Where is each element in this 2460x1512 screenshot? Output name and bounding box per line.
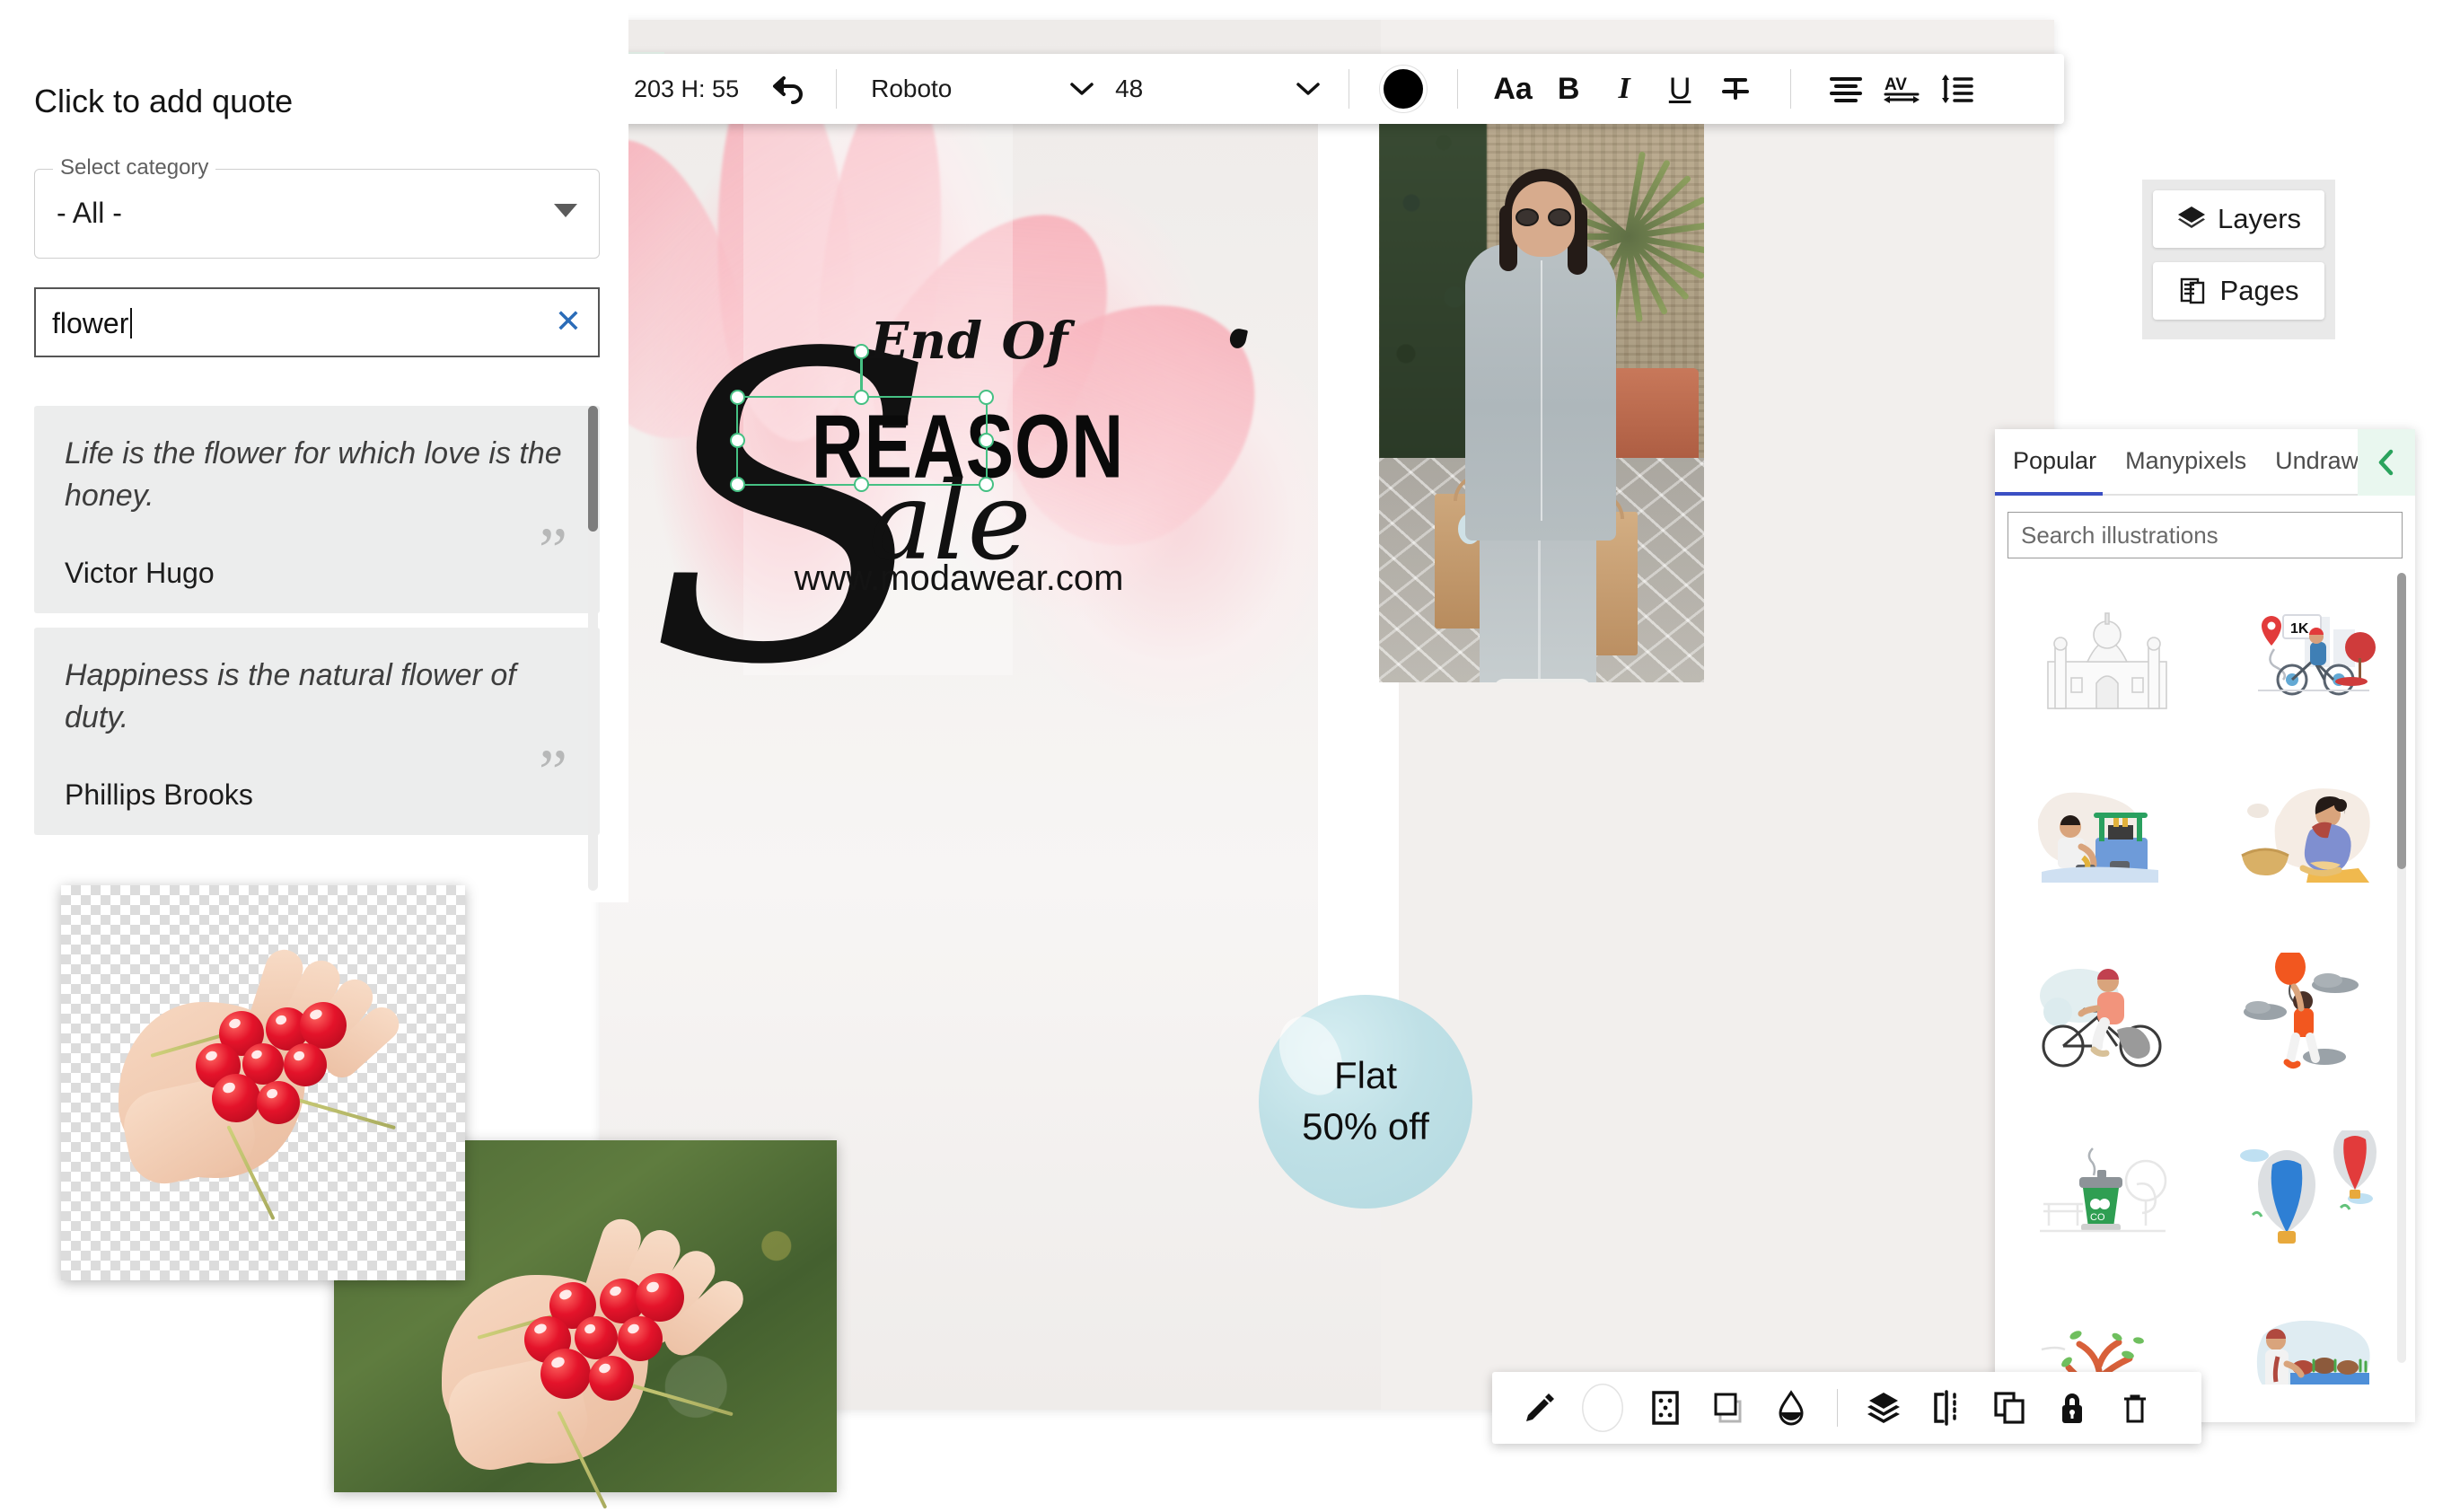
sunglasses bbox=[1516, 208, 1571, 226]
cherries-transparent-image[interactable] bbox=[61, 885, 465, 1280]
font-family-value: Roboto bbox=[871, 75, 953, 102]
text-format-toolbar[interactable]: W: 203 H: 55 Roboto 48 Aa B I U AV bbox=[575, 54, 2064, 124]
list-item[interactable]: Happiness is the natural flower of duty.… bbox=[34, 627, 600, 835]
strikethrough-button[interactable] bbox=[1708, 61, 1763, 117]
font-size-value: 48 bbox=[1115, 75, 1144, 102]
model-pants bbox=[1480, 519, 1596, 682]
font-family-select[interactable]: Roboto bbox=[864, 75, 1095, 103]
quote-author: Victor Hugo bbox=[65, 556, 215, 589]
line-height-button[interactable] bbox=[1929, 61, 1985, 117]
quote-mark-icon: ” bbox=[539, 514, 567, 586]
toolbar-divider bbox=[836, 69, 838, 109]
pages-button[interactable]: Pages bbox=[2153, 262, 2324, 320]
text-case-button[interactable]: Aa bbox=[1485, 61, 1541, 117]
quote-results-list: Life is the flower for which love is the… bbox=[34, 406, 600, 891]
toolbar-divider bbox=[1837, 1389, 1838, 1427]
model-shirt bbox=[1465, 244, 1616, 541]
letter-spacing-button[interactable]: AV bbox=[1874, 61, 1929, 117]
toolbar-divider bbox=[1790, 69, 1792, 109]
illustration-man-bicycle-icon[interactable] bbox=[2015, 932, 2199, 1094]
page-title: Click to add quote bbox=[34, 83, 294, 119]
canvas-text-end-of[interactable]: End Of bbox=[808, 312, 1131, 371]
chevron-down-icon bbox=[554, 204, 577, 217]
quote-mark-icon: ” bbox=[539, 735, 567, 808]
illustration-cyclist-city-icon[interactable]: 1K bbox=[2211, 576, 2395, 738]
flip-icon[interactable] bbox=[1917, 1378, 1976, 1437]
layers-button-label: Layers bbox=[2217, 203, 2302, 234]
clear-search-icon[interactable]: ✕ bbox=[555, 305, 582, 338]
illustrations-scroll-thumb[interactable] bbox=[2397, 573, 2406, 869]
illustration-tabs: Popular Manypixels Undraw bbox=[1995, 429, 2415, 496]
layers-icon bbox=[2177, 207, 2205, 228]
text-cursor bbox=[130, 308, 133, 338]
layers-button[interactable]: Layers bbox=[2153, 190, 2324, 248]
canvas-text-url[interactable]: www.modawear.com bbox=[734, 558, 1183, 599]
font-size-select[interactable]: 48 bbox=[1115, 75, 1322, 103]
pages-icon bbox=[2180, 277, 2204, 304]
quote-panel: Click to add quote Select category - All… bbox=[0, 0, 628, 902]
underline-button[interactable]: U bbox=[1652, 61, 1708, 117]
illustration-vegetable-cart-icon[interactable] bbox=[2211, 1288, 2395, 1385]
illustration-grid: 1K CO bbox=[2015, 576, 2395, 1385]
text-color-swatch[interactable] bbox=[1384, 69, 1424, 109]
layers-pages-panel: Layers Pages bbox=[2142, 180, 2335, 339]
chevron-down-icon bbox=[1070, 83, 1094, 95]
illustration-coffee-cup-icon[interactable]: CO bbox=[2015, 1110, 2199, 1271]
tab-undraw[interactable]: Undraw bbox=[2275, 447, 2359, 479]
chevron-down-icon bbox=[1296, 83, 1320, 95]
chevron-left-icon bbox=[2378, 449, 2394, 476]
duplicate-icon[interactable] bbox=[1980, 1378, 2039, 1437]
text-align-button[interactable] bbox=[1818, 61, 1874, 117]
quote-text: Happiness is the natural flower of duty. bbox=[65, 657, 516, 734]
fill-color-icon[interactable] bbox=[1573, 1378, 1632, 1437]
category-select-label: Select category bbox=[53, 155, 216, 180]
tab-active-underline bbox=[1995, 492, 2103, 496]
illustration-child-balloon-icon[interactable] bbox=[2211, 932, 2395, 1094]
canvas-discount-badge[interactable]: Flat 50% off bbox=[1259, 995, 1472, 1209]
canvas-hero-photo[interactable] bbox=[1379, 72, 1704, 682]
category-select[interactable]: Select category - All - bbox=[34, 155, 600, 259]
svg-text:CO: CO bbox=[2090, 1212, 2105, 1223]
align-distribute-icon[interactable] bbox=[1636, 1378, 1695, 1437]
object-toolbar[interactable] bbox=[1492, 1372, 2201, 1444]
quote-list-scrollbar[interactable] bbox=[588, 406, 598, 891]
toolbar-divider bbox=[1457, 69, 1459, 109]
model-shoes bbox=[1494, 679, 1591, 682]
bold-button[interactable]: B bbox=[1541, 61, 1596, 117]
list-item[interactable]: Life is the flower for which love is the… bbox=[34, 406, 600, 613]
tab-popular[interactable]: Popular bbox=[2013, 447, 2096, 479]
illustration-search-placeholder: Search illustrations bbox=[2021, 521, 2218, 549]
svg-text:1K: 1K bbox=[2290, 621, 2309, 637]
arrange-icon[interactable] bbox=[1699, 1378, 1758, 1437]
illustration-hot-air-balloons-icon[interactable] bbox=[2211, 1110, 2395, 1271]
opacity-drop-icon[interactable] bbox=[1762, 1378, 1821, 1437]
illustration-autumn-tree-icon[interactable] bbox=[2015, 1288, 2199, 1385]
undo-arrow-icon[interactable] bbox=[769, 74, 809, 104]
illustrations-panel: Popular Manypixels Undraw Search illustr… bbox=[1995, 429, 2415, 1422]
category-select-value: - All - bbox=[57, 197, 122, 229]
quote-search-value: flower bbox=[52, 307, 129, 339]
illustration-street-vendor-icon[interactable] bbox=[2015, 754, 2199, 916]
illustration-search-input[interactable]: Search illustrations bbox=[2008, 512, 2403, 558]
badge-line-1: Flat bbox=[1333, 1054, 1397, 1097]
italic-button[interactable]: I bbox=[1596, 61, 1652, 117]
svg-text:AV: AV bbox=[1885, 75, 1907, 94]
eyedropper-icon[interactable] bbox=[1510, 1378, 1569, 1437]
badge-line-2: 50% off bbox=[1302, 1105, 1429, 1147]
delete-icon[interactable] bbox=[2105, 1378, 2165, 1437]
layers-stack-icon[interactable] bbox=[1854, 1378, 1913, 1437]
lock-icon[interactable] bbox=[2043, 1378, 2102, 1437]
quote-search-input[interactable]: flower ✕ bbox=[34, 287, 600, 357]
quote-author: Phillips Brooks bbox=[65, 778, 253, 811]
tab-manypixels[interactable]: Manypixels bbox=[2125, 447, 2246, 479]
illustration-taj-mahal-icon[interactable] bbox=[2015, 576, 2199, 738]
quote-list-scroll-thumb[interactable] bbox=[588, 406, 598, 532]
collapse-panel-button[interactable] bbox=[2358, 429, 2415, 496]
quote-text: Life is the flower for which love is the… bbox=[65, 436, 562, 513]
pages-button-label: Pages bbox=[2219, 275, 2299, 306]
illustration-woman-weaving-icon[interactable] bbox=[2211, 754, 2395, 916]
